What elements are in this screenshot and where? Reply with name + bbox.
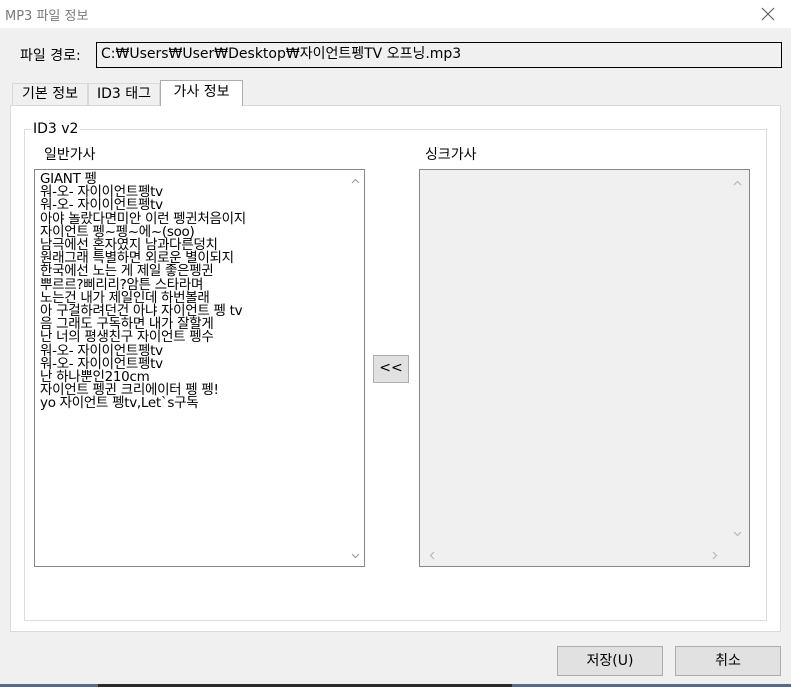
tab-basic-info[interactable]: 기본 정보 (12, 83, 88, 105)
chevron-left-icon (429, 551, 434, 560)
lyrics-tab-panel: ID3 v2 일반가사 싱크가사 GIANT 펭 워-오- 자이이언트펭tv 워… (10, 105, 781, 632)
lyrics-vertical-scrollbar[interactable] (347, 170, 364, 566)
general-lyrics-textarea[interactable]: GIANT 펭 워-오- 자이이언트펭tv 워-오- 자이이언트펭tv 아야 놀… (34, 169, 365, 567)
cancel-button[interactable]: 취소 (675, 646, 781, 676)
chevron-right-icon (712, 551, 717, 560)
sync-lyrics-textarea[interactable] (419, 169, 750, 567)
sync-lyrics-label: 싱크가사 (425, 147, 477, 163)
general-lyrics-label: 일반가사 (44, 147, 96, 163)
scroll-up-button[interactable] (347, 172, 364, 189)
sync-scroll-up-button[interactable] (729, 174, 746, 191)
groupbox-label: ID3 v2 (31, 121, 81, 137)
chevron-down-icon (733, 531, 742, 536)
tab-id3-tag[interactable]: ID3 태그 (88, 83, 160, 105)
title-bar: MP3 파일 정보 (0, 0, 791, 28)
sync-scroll-right-button[interactable] (706, 547, 723, 564)
chevron-up-icon (351, 178, 360, 183)
sync-scroll-down-button[interactable] (729, 525, 746, 542)
tab-lyrics-info[interactable]: 가사 정보 (160, 80, 243, 106)
window-title: MP3 파일 정보 (5, 9, 89, 24)
chevron-down-icon (351, 553, 360, 558)
scroll-down-button[interactable] (347, 547, 364, 564)
close-button[interactable] (745, 0, 791, 28)
file-path-field: C:₩Users₩User₩Desktop₩자이언트펭TV 오프닝.mp3 (96, 42, 782, 68)
move-to-general-lyrics-button[interactable]: << (373, 355, 409, 383)
file-path-label: 파일 경로: (20, 48, 81, 64)
close-icon (761, 7, 775, 21)
save-button[interactable]: 저장(U) (557, 646, 663, 676)
sync-scroll-left-button[interactable] (423, 547, 440, 564)
lyric-line: yo 자이언트 펭tv,Let`s구독 (40, 395, 199, 412)
lyrics-content: GIANT 펭 워-오- 자이이언트펭tv 워-오- 자이이언트펭tv 아야 놀… (40, 172, 340, 412)
chevron-up-icon (733, 180, 742, 185)
